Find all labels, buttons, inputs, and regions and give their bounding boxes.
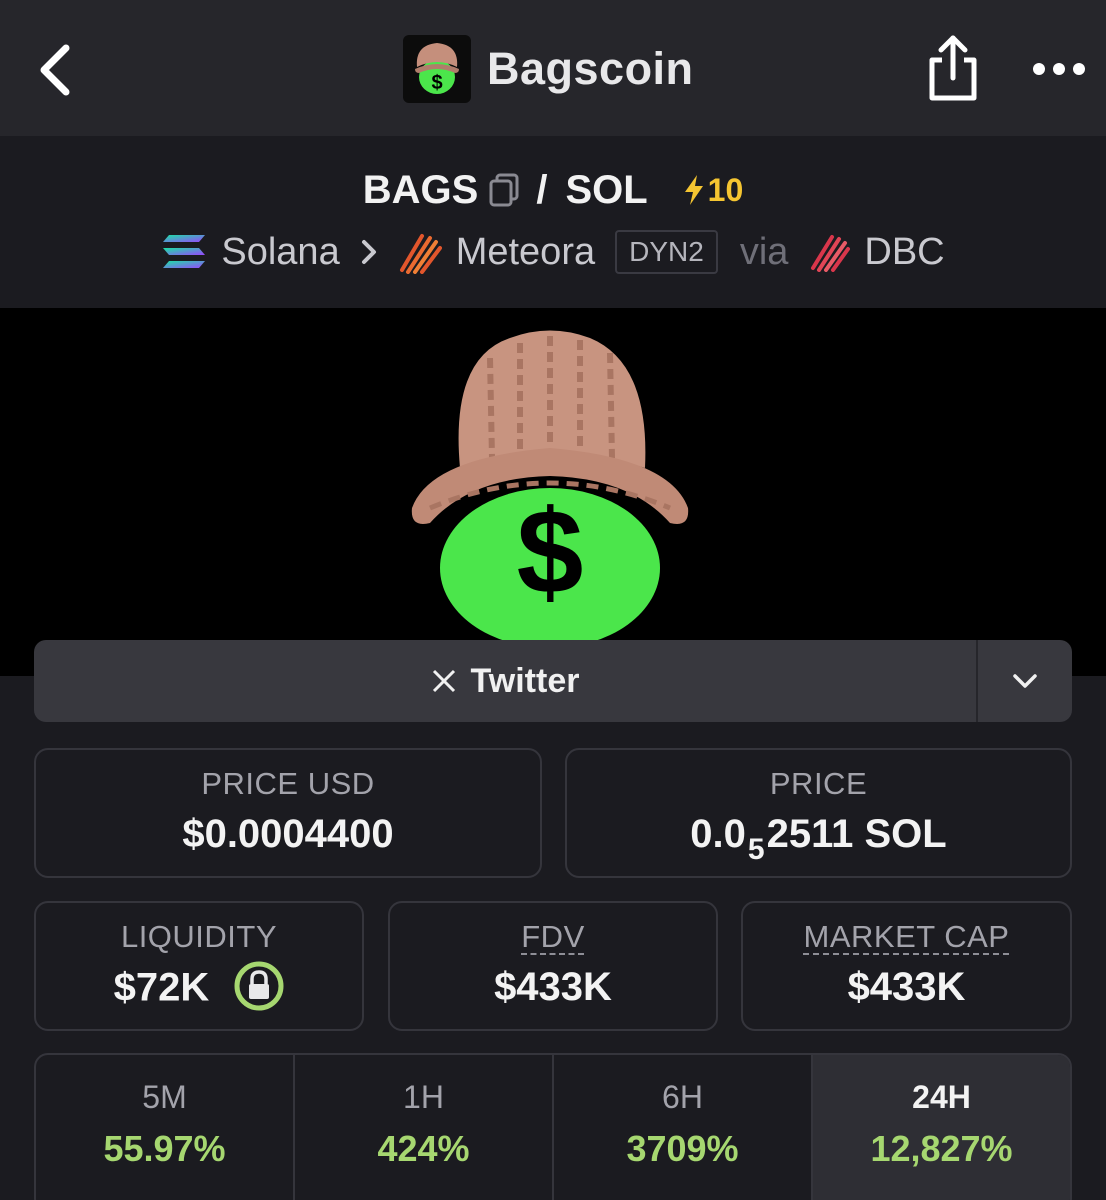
pair-separator: / [536,167,548,212]
fdv-value: $433K [494,965,612,1009]
tab-1h[interactable]: 1H 424% [295,1055,554,1200]
price-usd-label: PRICE USD [201,766,375,801]
tab-label: 5M [142,1079,187,1115]
share-icon [929,35,977,101]
twitter-label: Twitter [470,661,580,700]
copy-icon[interactable] [488,172,522,208]
via-label: via [739,230,789,273]
price-change-tabs: 5M 55.97% 1H 424% 6H 3709% 24H 12,827% [34,1053,1072,1200]
pair-header: BAGS / SOL 10 Solana Meteora DYN2 via DB… [0,136,1106,308]
fdv-label[interactable]: FDV [521,919,585,954]
tab-24h[interactable]: 24H 12,827% [813,1055,1070,1200]
base-symbol: BAGS [362,167,479,212]
chevron-down-icon [1013,674,1037,688]
quote-symbol: SOL [565,167,648,212]
lightning-icon [684,175,703,205]
token-title: $ Bagscoin [403,35,694,103]
tab-6h[interactable]: 6H 3709% [554,1055,813,1200]
liquidity-value-row: $72K [36,961,362,1015]
more-dots-icon [1033,63,1085,75]
token-banner: $ [0,308,1106,676]
socials-dropdown-button[interactable] [976,640,1072,722]
tab-change-value: 12,827% [870,1128,1013,1169]
solana-icon[interactable] [161,233,207,271]
tab-5m[interactable]: 5M 55.97% [36,1055,295,1200]
price-native-value: 0.052511 SOL [567,812,1070,866]
price-native-digits: 2511 [766,812,854,856]
price-native-card: PRICE 0.052511 SOL [565,748,1072,878]
meteora-icon[interactable] [398,230,442,274]
liquidity-card: LIQUIDITY $72K [34,901,364,1031]
chevron-right-icon [361,240,376,264]
token-avatar: $ [403,35,471,103]
dex-version-badge: DYN2 [615,230,718,274]
tab-change-value: 3709% [626,1128,739,1169]
via-dex-link[interactable]: DBC [864,231,944,274]
market-cap-card: MARKET CAP $433K [741,901,1072,1031]
svg-text:$: $ [517,485,584,619]
twitter-button[interactable]: Twitter [34,640,976,722]
price-native-label: PRICE [769,766,868,801]
price-native-unit: SOL [864,812,947,856]
tab-change-value: 424% [377,1128,470,1169]
tab-label: 24H [912,1079,971,1115]
chevron-left-icon [40,44,70,96]
boost-count: 10 [707,171,744,208]
social-links-bar: Twitter [34,640,1072,722]
tab-label: 6H [662,1079,703,1115]
share-button[interactable] [922,32,984,104]
price-native-prefix: 0.0 [690,812,746,856]
liquidity-value: $72K [113,965,210,1010]
price-usd-value: $0.0004400 [182,812,394,856]
page-title: Bagscoin [487,43,694,94]
tab-label: 1H [403,1079,444,1115]
fdv-card: FDV $433K [388,901,718,1031]
bagscoin-logo-icon: $ [415,43,459,94]
back-button[interactable] [30,36,86,100]
boost-badge[interactable]: 10 [682,171,744,209]
price-native-zero-count: 5 [747,833,765,866]
top-nav: $ Bagscoin [0,0,1106,136]
more-options-button[interactable] [1030,52,1088,86]
liquidity-lock-icon[interactable] [234,961,284,1011]
tab-change-value: 55.97% [103,1128,226,1169]
svg-text:$: $ [431,72,442,94]
x-logo-icon [432,669,455,693]
bagscoin-mascot-icon: $ [411,330,689,648]
market-cap-value: $433K [847,965,966,1009]
dbc-icon[interactable] [810,232,851,272]
liquidity-label: LIQUIDITY [120,919,278,954]
dex-link[interactable]: Meteora [456,231,595,274]
market-cap-label[interactable]: MARKET CAP [804,919,1010,954]
price-usd-card: PRICE USD $0.0004400 [34,748,542,878]
network-link[interactable]: Solana [221,231,339,274]
